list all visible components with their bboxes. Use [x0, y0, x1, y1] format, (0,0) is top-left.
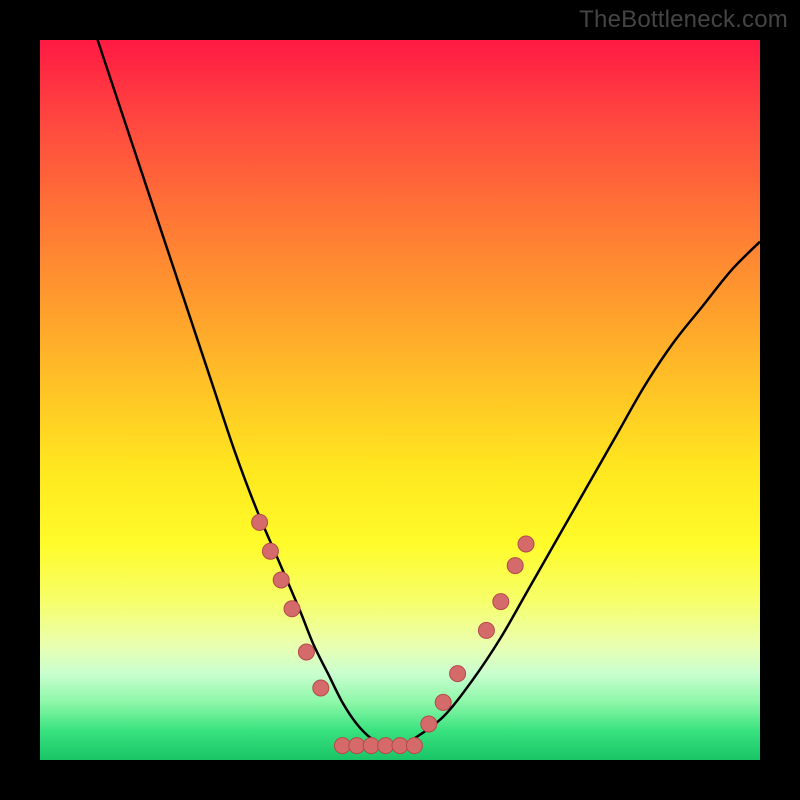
bottleneck-curve — [98, 40, 760, 747]
data-dot — [493, 594, 509, 610]
data-dot — [252, 514, 268, 530]
data-dot — [507, 558, 523, 574]
data-dot — [378, 738, 394, 754]
data-dot — [262, 543, 278, 559]
curve — [98, 40, 760, 747]
data-dots — [252, 514, 534, 753]
data-dot — [363, 738, 379, 754]
data-dot — [273, 572, 289, 588]
data-dot — [392, 738, 408, 754]
data-dot — [421, 716, 437, 732]
chart-frame: TheBottleneck.com — [0, 0, 800, 800]
chart-svg — [40, 40, 760, 760]
data-dot — [349, 738, 365, 754]
data-dot — [284, 601, 300, 617]
plot-area — [40, 40, 760, 760]
data-dot — [313, 680, 329, 696]
watermark-text: TheBottleneck.com — [579, 6, 788, 34]
data-dot — [334, 738, 350, 754]
data-dot — [435, 694, 451, 710]
data-dot — [478, 622, 494, 638]
data-dot — [450, 666, 466, 682]
data-dot — [518, 536, 534, 552]
data-dot — [298, 644, 314, 660]
data-dot — [406, 738, 422, 754]
